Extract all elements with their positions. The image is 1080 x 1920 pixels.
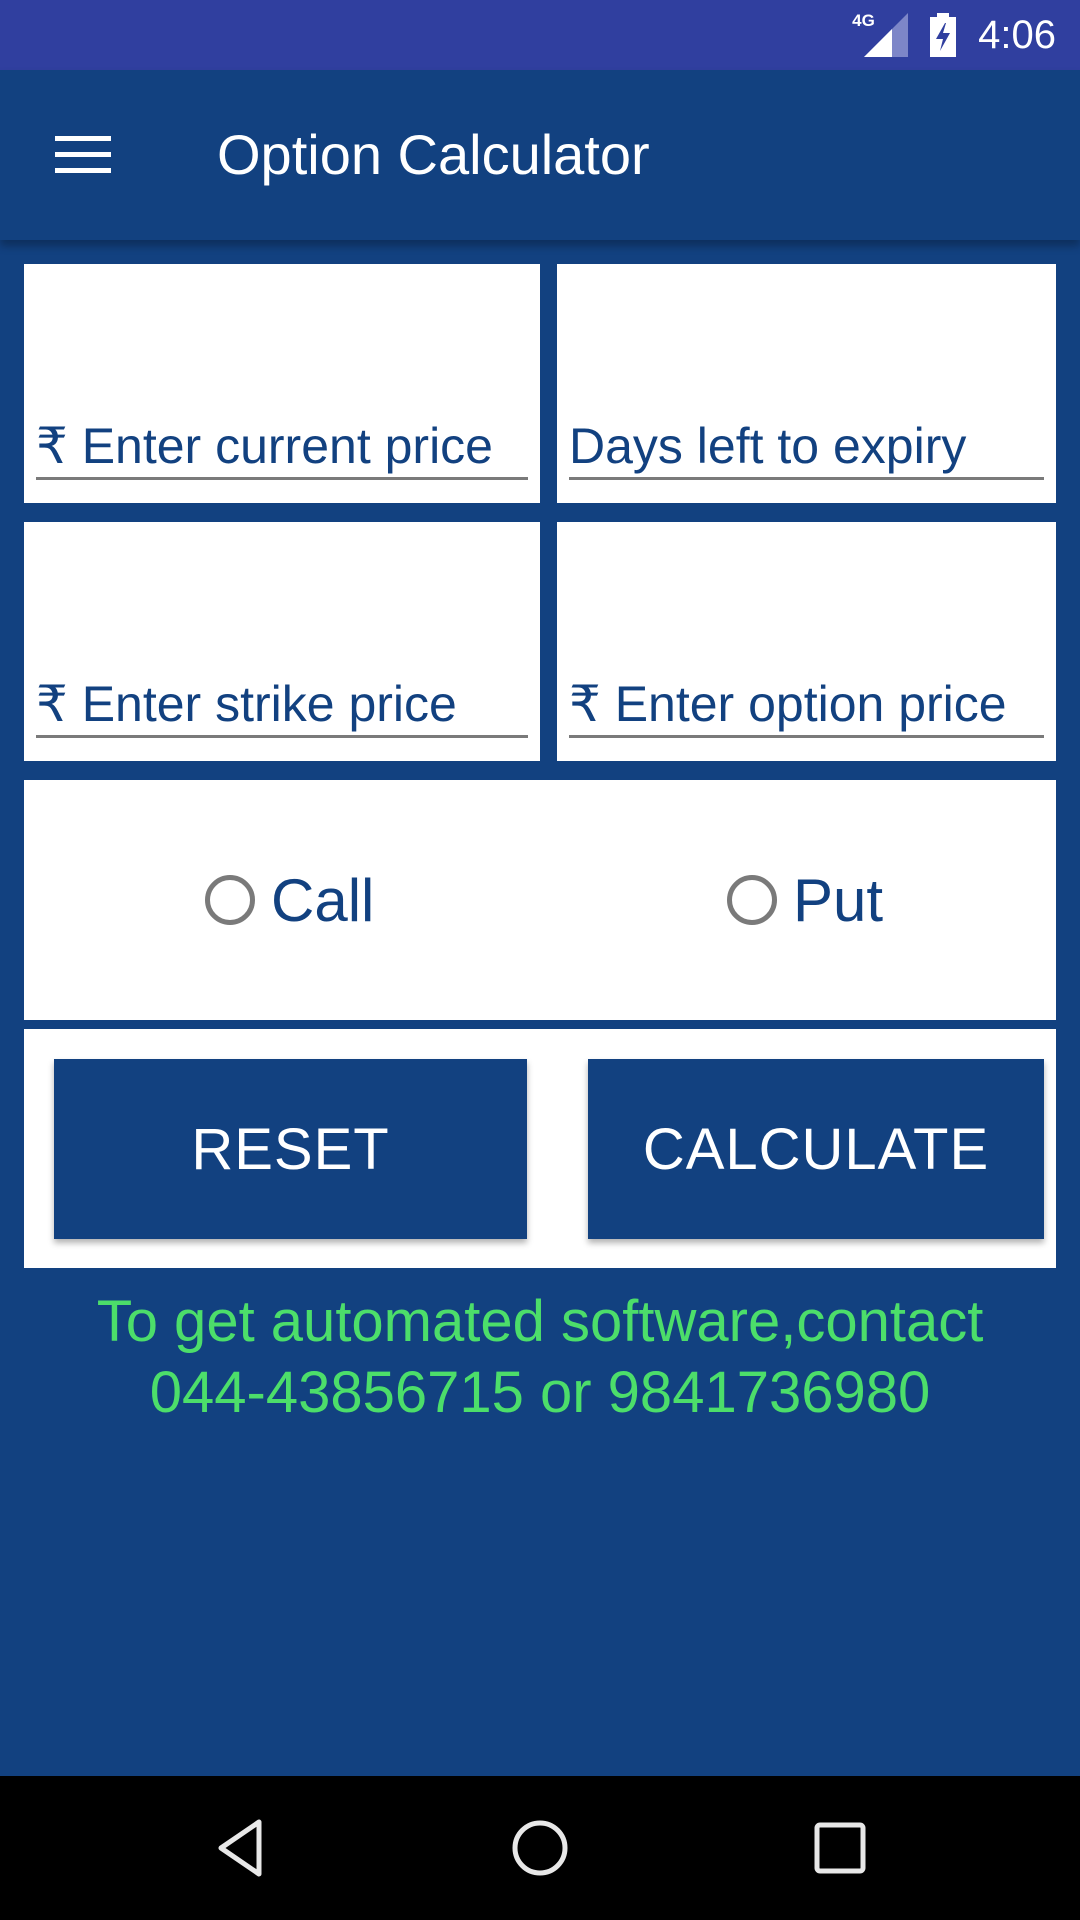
option-type-radio-group: Call Put [24, 780, 1056, 1020]
promo-line-1: To get automated software,contact [96, 1289, 984, 1354]
hamburger-menu-icon [55, 136, 111, 173]
recents-icon [814, 1822, 866, 1874]
field-underline [569, 735, 1044, 738]
page-title: Option Calculator [217, 123, 650, 186]
strike-price-placeholder: ₹ Enter strike price [36, 676, 457, 732]
current-price-placeholder: ₹ Enter current price [36, 418, 493, 474]
back-button[interactable] [190, 1798, 290, 1898]
radio-call-label: Call [271, 866, 375, 934]
status-bar: 4G 4:06 [0, 0, 1080, 70]
field-underline [569, 477, 1044, 480]
radio-unchecked-icon [205, 875, 255, 925]
app-toolbar: Option Calculator [0, 70, 1080, 240]
system-nav-bar [0, 1776, 1080, 1920]
option-price-field[interactable]: ₹ Enter option price [557, 522, 1056, 761]
clock: 4:06 [978, 12, 1056, 57]
promo-line-2: 044-43856715 or 9841736980 [149, 1360, 931, 1425]
signal-icon: 4G [852, 11, 909, 57]
reset-button[interactable]: RESET [54, 1059, 527, 1239]
radio-put[interactable]: Put [727, 780, 883, 1020]
days-to-expiry-placeholder: Days left to expiry [569, 418, 967, 474]
home-icon [512, 1820, 568, 1876]
current-price-field[interactable]: ₹ Enter current price [24, 264, 540, 503]
days-to-expiry-field[interactable]: Days left to expiry [557, 264, 1056, 503]
menu-button[interactable] [40, 120, 126, 190]
option-price-placeholder: ₹ Enter option price [569, 676, 1007, 732]
promo-message: To get automated software,contact 044-43… [0, 1286, 1080, 1428]
back-icon [218, 1819, 262, 1877]
radio-unchecked-icon [727, 875, 777, 925]
radio-call[interactable]: Call [205, 780, 374, 1020]
field-underline [36, 735, 528, 738]
field-underline [36, 477, 528, 480]
strike-price-field[interactable]: ₹ Enter strike price [24, 522, 540, 761]
recents-button[interactable] [790, 1798, 890, 1898]
battery-charging-icon [930, 13, 957, 57]
radio-put-label: Put [793, 866, 884, 934]
home-button[interactable] [490, 1798, 590, 1898]
actions-panel: RESET CALCULATE [24, 1029, 1056, 1268]
status-icons: 4G 4:06 [852, 0, 1056, 70]
calculate-button[interactable]: CALCULATE [588, 1059, 1044, 1239]
